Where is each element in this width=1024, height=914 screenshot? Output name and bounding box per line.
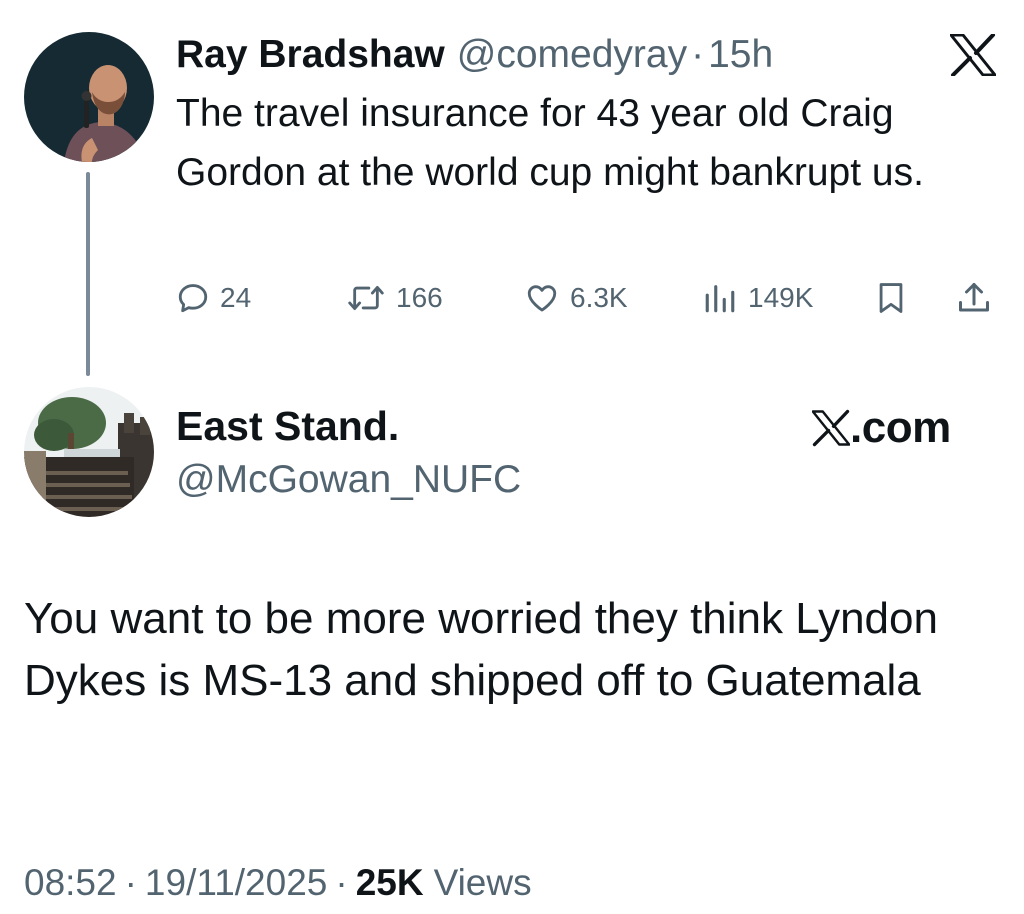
author-name[interactable]: East Stand. <box>176 400 399 452</box>
separator-dot: · <box>335 862 348 903</box>
profile-photo-icon <box>24 387 154 517</box>
separator-dot: · <box>124 862 137 903</box>
x-logo-icon <box>949 33 997 77</box>
views-count: 25K <box>355 862 424 903</box>
profile-photo-icon <box>24 32 154 162</box>
retweet-count: 166 <box>396 282 443 313</box>
separator-dot: · <box>691 33 705 76</box>
share-icon <box>959 283 989 312</box>
author-name[interactable]: Ray Bradshaw <box>176 28 445 82</box>
bookmark-button[interactable] <box>874 276 908 320</box>
bookmark-icon <box>879 283 903 313</box>
avatar-east-stand[interactable] <box>24 387 154 517</box>
x-logo-icon <box>812 409 850 447</box>
tweet-meta: 08:52 · 19/11/2025 · 25K Views <box>24 858 532 908</box>
views-button[interactable]: 149K <box>702 276 813 320</box>
reply-button[interactable]: 24 <box>176 276 251 320</box>
retweet-icon <box>348 285 384 311</box>
reply-count: 24 <box>220 282 252 313</box>
heart-icon <box>527 285 557 312</box>
author-handle[interactable]: @comedyray <box>457 28 687 82</box>
x-com-watermark: .com <box>812 400 951 456</box>
views-count: 149K <box>748 282 814 313</box>
like-count: 6.3K <box>570 282 628 313</box>
like-button[interactable]: 6.3K <box>524 276 628 320</box>
thread-connector-line <box>86 172 90 376</box>
tweet-time[interactable]: 08:52 <box>24 862 117 904</box>
tweet-header: Ray Bradshaw @comedyray · 15h <box>176 28 773 82</box>
views-label: Views <box>433 862 532 903</box>
tweet-text: The travel insurance for 43 year old Cra… <box>176 92 924 194</box>
tweet-date[interactable]: 19/11/2025 <box>145 862 327 904</box>
share-button[interactable] <box>956 276 992 320</box>
author-handle[interactable]: @McGowan_NUFC <box>176 454 521 506</box>
watermark-label: .com <box>850 403 951 452</box>
retweet-button[interactable]: 166 <box>346 276 443 320</box>
reply-icon <box>178 284 208 313</box>
views-bar-icon <box>705 285 735 313</box>
tweet-text: You want to be more worried they think L… <box>24 594 938 705</box>
tweet-timestamp[interactable]: 15h <box>708 28 773 82</box>
avatar-ray-bradshaw[interactable] <box>24 32 154 162</box>
